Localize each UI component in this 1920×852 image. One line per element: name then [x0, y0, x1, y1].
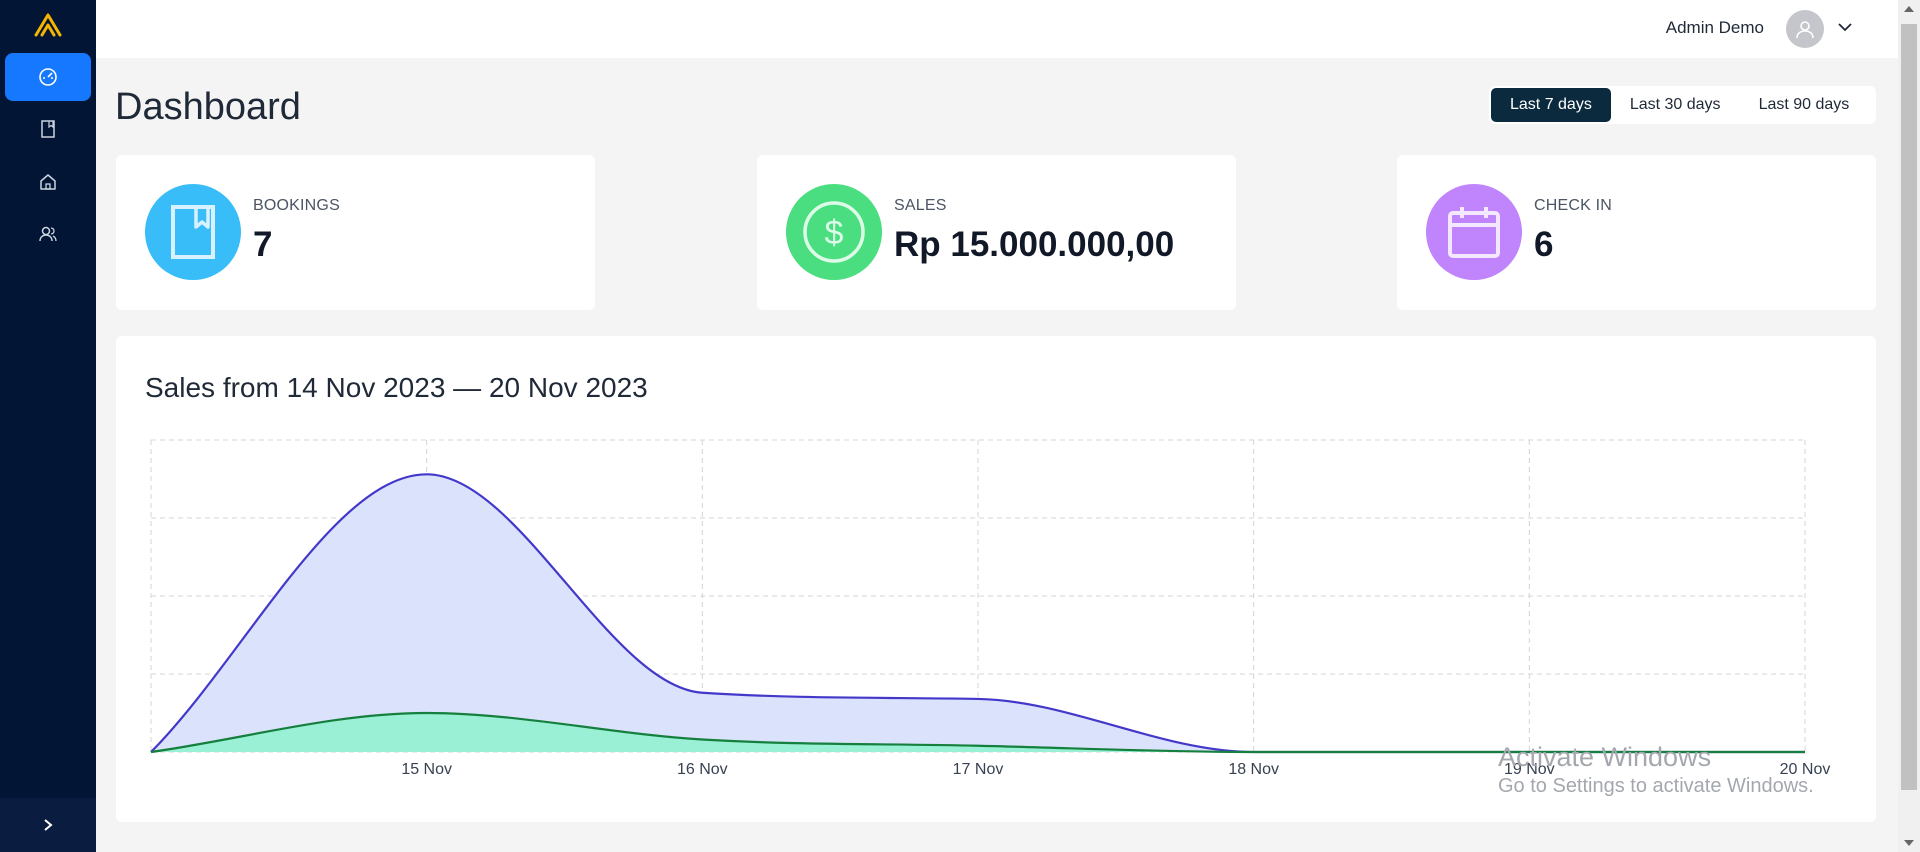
scroll-thumb[interactable]	[1901, 24, 1917, 790]
user-name[interactable]: Admin Demo	[1666, 18, 1764, 38]
app-logo[interactable]	[32, 10, 64, 40]
activate-windows-watermark: Activate Windows Go to Settings to activ…	[1498, 742, 1814, 798]
avatar[interactable]	[1786, 10, 1824, 48]
users-icon	[39, 226, 57, 242]
sidebar-expand-button[interactable]	[0, 798, 96, 852]
x-tick-label: 16 Nov	[677, 761, 728, 778]
stat-label: CHECK IN	[1534, 197, 1613, 214]
stat-label: SALES	[894, 197, 947, 214]
top-header: Admin Demo	[96, 0, 1898, 58]
x-tick-label: 17 Nov	[953, 761, 1004, 778]
sidebar-item-users[interactable]	[5, 210, 91, 258]
stat-value: 6	[1534, 225, 1554, 264]
stat-card-check-in: CHECK IN 6	[1397, 155, 1876, 310]
stat-value: Rp 15.000.000,00	[894, 225, 1175, 264]
sidebar-item-bookings[interactable]	[5, 105, 91, 153]
dollar-icon: $	[786, 184, 882, 280]
calendar-icon	[1426, 184, 1522, 280]
x-tick-label: 15 Nov	[401, 761, 452, 778]
user-icon	[1796, 21, 1814, 39]
stat-card-sales: $ SALES Rp 15.000.000,00	[757, 155, 1236, 310]
scroll-down-arrow[interactable]	[1904, 840, 1914, 846]
range-last-90-days[interactable]: Last 90 days	[1740, 88, 1869, 122]
range-last-7-days[interactable]: Last 7 days	[1491, 88, 1611, 122]
svg-text:$: $	[825, 214, 844, 252]
sidebar	[0, 0, 96, 852]
range-last-30-days[interactable]: Last 30 days	[1611, 88, 1740, 122]
dashboard-icon	[39, 68, 57, 86]
x-tick-label: 18 Nov	[1228, 761, 1279, 778]
page-scrollbar[interactable]	[1898, 0, 1920, 852]
sidebar-item-rooms[interactable]	[5, 158, 91, 206]
bookmark-icon	[145, 184, 241, 280]
date-range-selector: Last 7 days Last 30 days Last 90 days	[1489, 86, 1876, 124]
chevron-right-icon	[44, 819, 53, 831]
book-icon	[41, 120, 55, 138]
home-icon	[40, 174, 56, 190]
scroll-up-arrow[interactable]	[1904, 6, 1914, 12]
sidebar-item-dashboard[interactable]	[5, 53, 91, 101]
chevron-down-icon[interactable]	[1836, 18, 1854, 36]
stat-card-bookings: BOOKINGS 7	[116, 155, 595, 310]
watermark-subtitle: Go to Settings to activate Windows.	[1498, 775, 1814, 797]
stat-value: 7	[253, 225, 273, 264]
stat-label: BOOKINGS	[253, 197, 340, 214]
watermark-title: Activate Windows	[1498, 742, 1712, 772]
page-title: Dashboard	[115, 86, 301, 128]
